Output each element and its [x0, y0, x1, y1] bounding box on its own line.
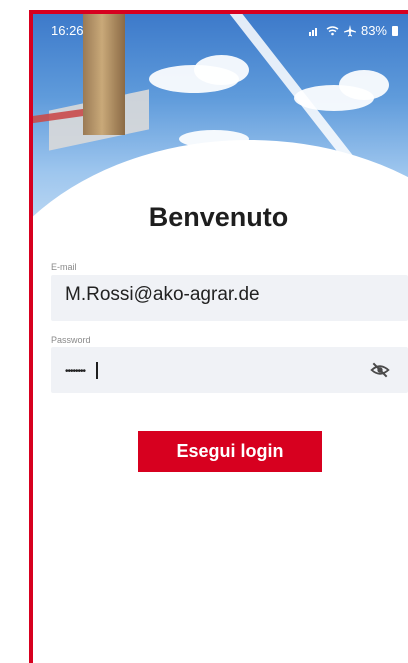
- password-value: ••••••••: [65, 366, 86, 377]
- welcome-title: Benvenuto: [148, 202, 289, 232]
- email-label: E-mail: [51, 262, 77, 272]
- email-value: M.Rossi@ako-agrar.de: [65, 284, 260, 305]
- login-button[interactable]: Esegui login: [138, 431, 322, 472]
- password-field[interactable]: ••••••••: [51, 347, 408, 393]
- accent-border-left: [29, 10, 33, 663]
- battery-icon: [392, 25, 398, 36]
- app-screen: 16:26 83% Benvenuto E-mail M.Rossi@ako-a…: [29, 10, 408, 663]
- signal-icon: [308, 27, 317, 36]
- airplane-icon: [343, 24, 356, 36]
- cloud: [339, 70, 389, 100]
- cloud: [194, 55, 249, 85]
- status-icons: 83%: [308, 23, 398, 38]
- eye-off-icon[interactable]: [370, 360, 390, 380]
- wifi-icon: [326, 25, 339, 35]
- status-time: 16:26: [51, 23, 84, 38]
- accent-border-top: [29, 10, 408, 14]
- password-label: Password: [51, 335, 91, 345]
- email-field[interactable]: M.Rossi@ako-agrar.de: [51, 275, 408, 321]
- text-cursor: [96, 362, 98, 379]
- status-bar: 16:26 83%: [29, 10, 408, 52]
- battery-percentage: 83%: [360, 23, 387, 38]
